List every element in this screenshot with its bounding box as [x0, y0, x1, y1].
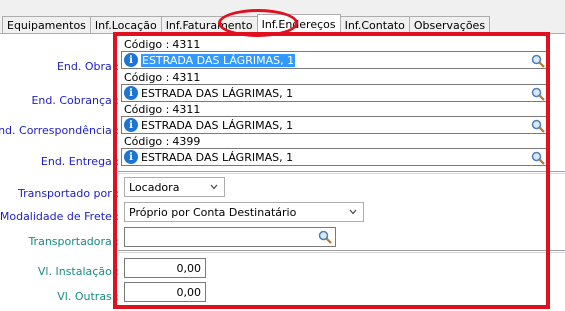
modalidade-frete-value: Próprio por Conta Destinatário [129, 205, 297, 219]
vl-outras-field[interactable]: 0,00 [124, 282, 206, 302]
transportado-por-value: Locadora [129, 180, 180, 194]
codigo-value: 4311 [172, 71, 201, 84]
end-cobranca-value: ESTRADA DAS LÁGRIMAS, 1 [141, 86, 294, 100]
end-obra-field[interactable]: i ESTRADA DAS LÁGRIMAS, 1 [121, 51, 549, 69]
tab-inf-locacao[interactable]: Inf.Locação [89, 16, 162, 34]
tab-equipamentos[interactable]: Equipamentos [2, 16, 91, 34]
label-end-cobranca: End. Cobrança : [31, 94, 119, 107]
end-correspondencia-field[interactable]: i ESTRADA DAS LÁGRIMAS, 1 [121, 116, 549, 134]
search-icon[interactable] [318, 230, 332, 244]
section-divider [118, 171, 565, 174]
transportado-por-select[interactable]: Locadora [124, 177, 225, 197]
section-divider [118, 250, 565, 253]
codigo-cobranca: Código :4311 [124, 71, 200, 84]
search-icon[interactable] [531, 119, 545, 133]
label-end-correspondencia: End. Correspondência : [0, 124, 119, 137]
end-entrega-field[interactable]: i ESTRADA DAS LÁGRIMAS, 1 [121, 148, 549, 166]
label-end-entrega: End. Entrega : [40, 155, 119, 168]
label-transportadora: Transportadora : [28, 235, 119, 248]
end-entrega-value: ESTRADA DAS LÁGRIMAS, 1 [141, 150, 294, 164]
search-icon[interactable] [531, 54, 545, 68]
transportadora-field[interactable] [124, 227, 336, 247]
label-vl-instalacao: Vl. Instalação : [37, 265, 119, 278]
label-end-obra: End. Obra : [56, 60, 119, 73]
tab-inf-contato[interactable]: Inf.Contato [339, 16, 410, 34]
info-icon[interactable]: i [124, 53, 138, 67]
tab-inf-enderecos[interactable]: Inf.Endereços [256, 14, 341, 34]
vl-instalacao-value: 0,00 [176, 261, 202, 275]
codigo-label: Código : [124, 71, 170, 84]
info-icon[interactable]: i [124, 118, 138, 132]
vl-outras-value: 0,00 [176, 285, 202, 299]
vl-instalacao-field[interactable]: 0,00 [124, 258, 206, 278]
enderecos-panel: Código :4311 End. Obra : i ESTRADA DAS L… [0, 34, 565, 311]
label-modalidade-frete: Modalidade de Frete : [0, 210, 119, 223]
info-icon[interactable]: i [124, 86, 138, 100]
label-transportado-por: Transportado por : [17, 187, 119, 200]
codigo-correspondencia: Código :4311 [124, 103, 200, 116]
codigo-label: Código : [124, 38, 170, 51]
chevron-down-icon [210, 184, 218, 190]
search-icon[interactable] [531, 87, 545, 101]
chevron-down-icon [349, 209, 357, 215]
codigo-entrega: Código :4399 [124, 135, 200, 148]
codigo-label: Código : [124, 103, 170, 116]
codigo-value: 4311 [172, 103, 201, 116]
end-obra-value: ESTRADA DAS LÁGRIMAS, 1 [141, 53, 296, 67]
tab-strip: Equipamentos Inf.Locação Inf.Faturamento… [0, 14, 565, 34]
tab-observacoes[interactable]: Observações [408, 16, 491, 34]
search-icon[interactable] [531, 151, 545, 165]
end-correspondencia-value: ESTRADA DAS LÁGRIMAS, 1 [141, 118, 294, 132]
codigo-label: Código : [124, 135, 170, 148]
info-icon[interactable]: i [124, 150, 138, 164]
label-vl-outras: Vl. Outras : [57, 290, 119, 303]
codigo-value: 4311 [172, 38, 201, 51]
end-cobranca-field[interactable]: i ESTRADA DAS LÁGRIMAS, 1 [121, 84, 549, 102]
modalidade-frete-select[interactable]: Próprio por Conta Destinatário [124, 202, 364, 222]
codigo-value: 4399 [172, 135, 201, 148]
tab-inf-faturamento[interactable]: Inf.Faturamento [160, 16, 258, 34]
codigo-obra: Código :4311 [124, 38, 200, 51]
